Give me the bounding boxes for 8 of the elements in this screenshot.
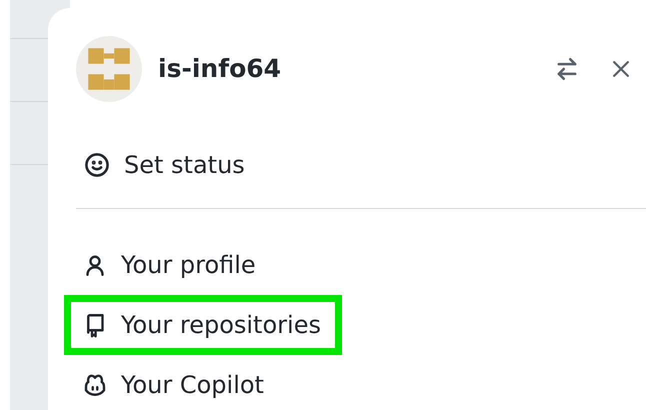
set-status-item[interactable]: Set status: [76, 142, 253, 188]
robot-face-icon: [83, 372, 107, 398]
menu-item[interactable]: Your repositories: [64, 295, 342, 355]
username: is-info64: [158, 53, 282, 86]
smiley-icon: [84, 152, 110, 178]
menu-item[interactable]: Your Copilot: [64, 355, 285, 410]
menu-item[interactable]: Your profile: [64, 235, 277, 295]
close-icon: [610, 58, 632, 80]
